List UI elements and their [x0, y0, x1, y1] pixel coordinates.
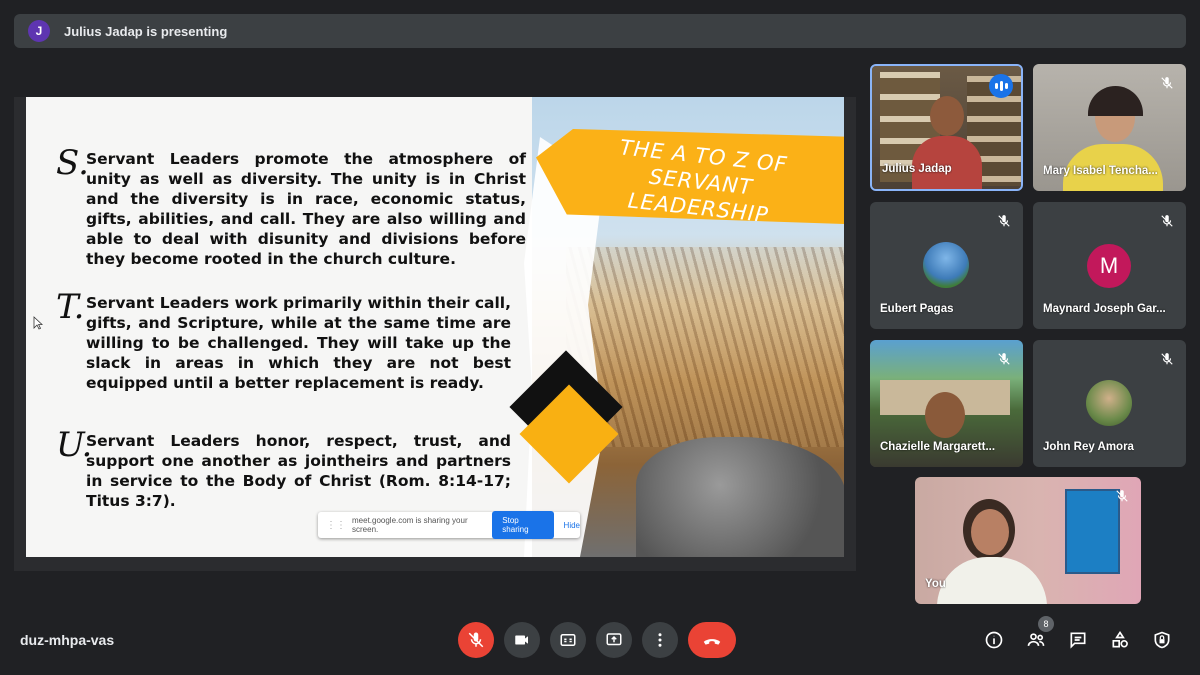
slide-item-s: S. Servant Leaders promote the atmospher… — [56, 143, 526, 269]
mouse-cursor-icon — [33, 316, 43, 330]
slide-item-t: T. Servant Leaders work primarily within… — [56, 287, 511, 393]
presenting-text: Julius Jadap is presenting — [64, 23, 228, 39]
item-letter: T. — [56, 287, 85, 327]
participant-tile[interactable]: Julius Jadap — [870, 64, 1023, 191]
participant-tile[interactable]: John Rey Amora — [1033, 340, 1186, 467]
participant-name: Julius Jadap — [882, 163, 952, 175]
avatar: M — [1087, 244, 1131, 288]
participant-count-badge: 8 — [1038, 616, 1054, 632]
avatar — [1086, 380, 1132, 426]
participant-tile[interactable]: Eubert Pagas — [870, 202, 1023, 329]
participant-name: Chazielle Margarett... — [880, 441, 996, 453]
lock-shield-icon — [1154, 631, 1170, 649]
participant-name: Eubert Pagas — [880, 303, 954, 315]
mic-off-icon — [995, 212, 1013, 230]
slide-item-u: U. Servant Leaders honor, respect, trust… — [56, 425, 511, 511]
hang-up-icon — [703, 639, 721, 645]
mic-off-icon — [995, 350, 1013, 368]
stop-sharing-button[interactable]: Stop sharing — [492, 511, 554, 539]
chat-button[interactable] — [1066, 628, 1090, 652]
participant-tile[interactable]: Mary Isabel Tencha... — [1033, 64, 1186, 191]
activities-button[interactable] — [1108, 628, 1132, 652]
item-letter: S. — [56, 143, 89, 183]
share-notice-text: meet.google.com is sharing your screen. — [352, 516, 468, 534]
camera-icon — [515, 635, 528, 645]
participant-name: Maynard Joseph Gar... — [1043, 303, 1166, 315]
activities-icon — [1112, 630, 1128, 648]
present-now-button[interactable] — [596, 622, 632, 658]
screen-share-notice: ⋮⋮ meet.google.com is sharing your scree… — [318, 511, 580, 539]
presenting-banner: J Julius Jadap is presenting — [14, 14, 1186, 48]
mic-off-icon — [1158, 350, 1176, 368]
meeting-code: duz-mhpa-vas — [20, 632, 115, 648]
presenter-avatar: J — [28, 20, 50, 42]
host-controls-button[interactable] — [1150, 628, 1174, 652]
item-letter: U. — [56, 425, 93, 465]
meeting-details-button[interactable] — [982, 628, 1006, 652]
bottom-toolbar: duz-mhpa-vas 8 — [0, 610, 1200, 675]
participant-tile[interactable]: M Maynard Joseph Gar... — [1033, 202, 1186, 329]
participant-tile[interactable]: Chazielle Margarett... — [870, 340, 1023, 467]
leave-call-button[interactable] — [688, 622, 736, 658]
captions-icon — [560, 634, 576, 646]
mic-off-icon — [1158, 212, 1176, 230]
participant-name: Mary Isabel Tencha... — [1043, 165, 1158, 177]
more-options-button[interactable] — [642, 622, 678, 658]
item-text: Servant Leaders honor, respect, trust, a… — [86, 432, 511, 510]
avatar — [923, 242, 969, 288]
mic-off-icon — [1113, 487, 1131, 505]
mic-off-icon — [1158, 74, 1176, 92]
captions-button[interactable] — [550, 622, 586, 658]
info-icon — [985, 631, 1003, 649]
presentation-slide: THE A TO Z OF SERVANT LEADERSHIP S. Serv… — [26, 97, 844, 557]
people-icon — [1027, 633, 1045, 646]
present-icon — [606, 633, 622, 646]
mic-toggle-button[interactable] — [458, 622, 494, 658]
participant-name: John Rey Amora — [1043, 441, 1134, 453]
item-text: Servant Leaders work primarily within th… — [86, 294, 511, 392]
speaking-indicator-icon — [989, 74, 1013, 98]
camera-toggle-button[interactable] — [504, 622, 540, 658]
item-text: Servant Leaders promote the atmosphere o… — [86, 150, 526, 268]
chat-icon — [1070, 632, 1086, 649]
participant-name: You — [925, 578, 946, 590]
more-vert-icon — [658, 633, 662, 647]
drag-handle-icon[interactable]: ⋮⋮ — [326, 520, 346, 531]
shared-screen: THE A TO Z OF SERVANT LEADERSHIP S. Serv… — [14, 97, 856, 571]
self-view-tile[interactable]: You — [915, 477, 1141, 604]
hide-button[interactable]: Hide — [564, 521, 580, 530]
mic-off-icon — [468, 632, 484, 648]
